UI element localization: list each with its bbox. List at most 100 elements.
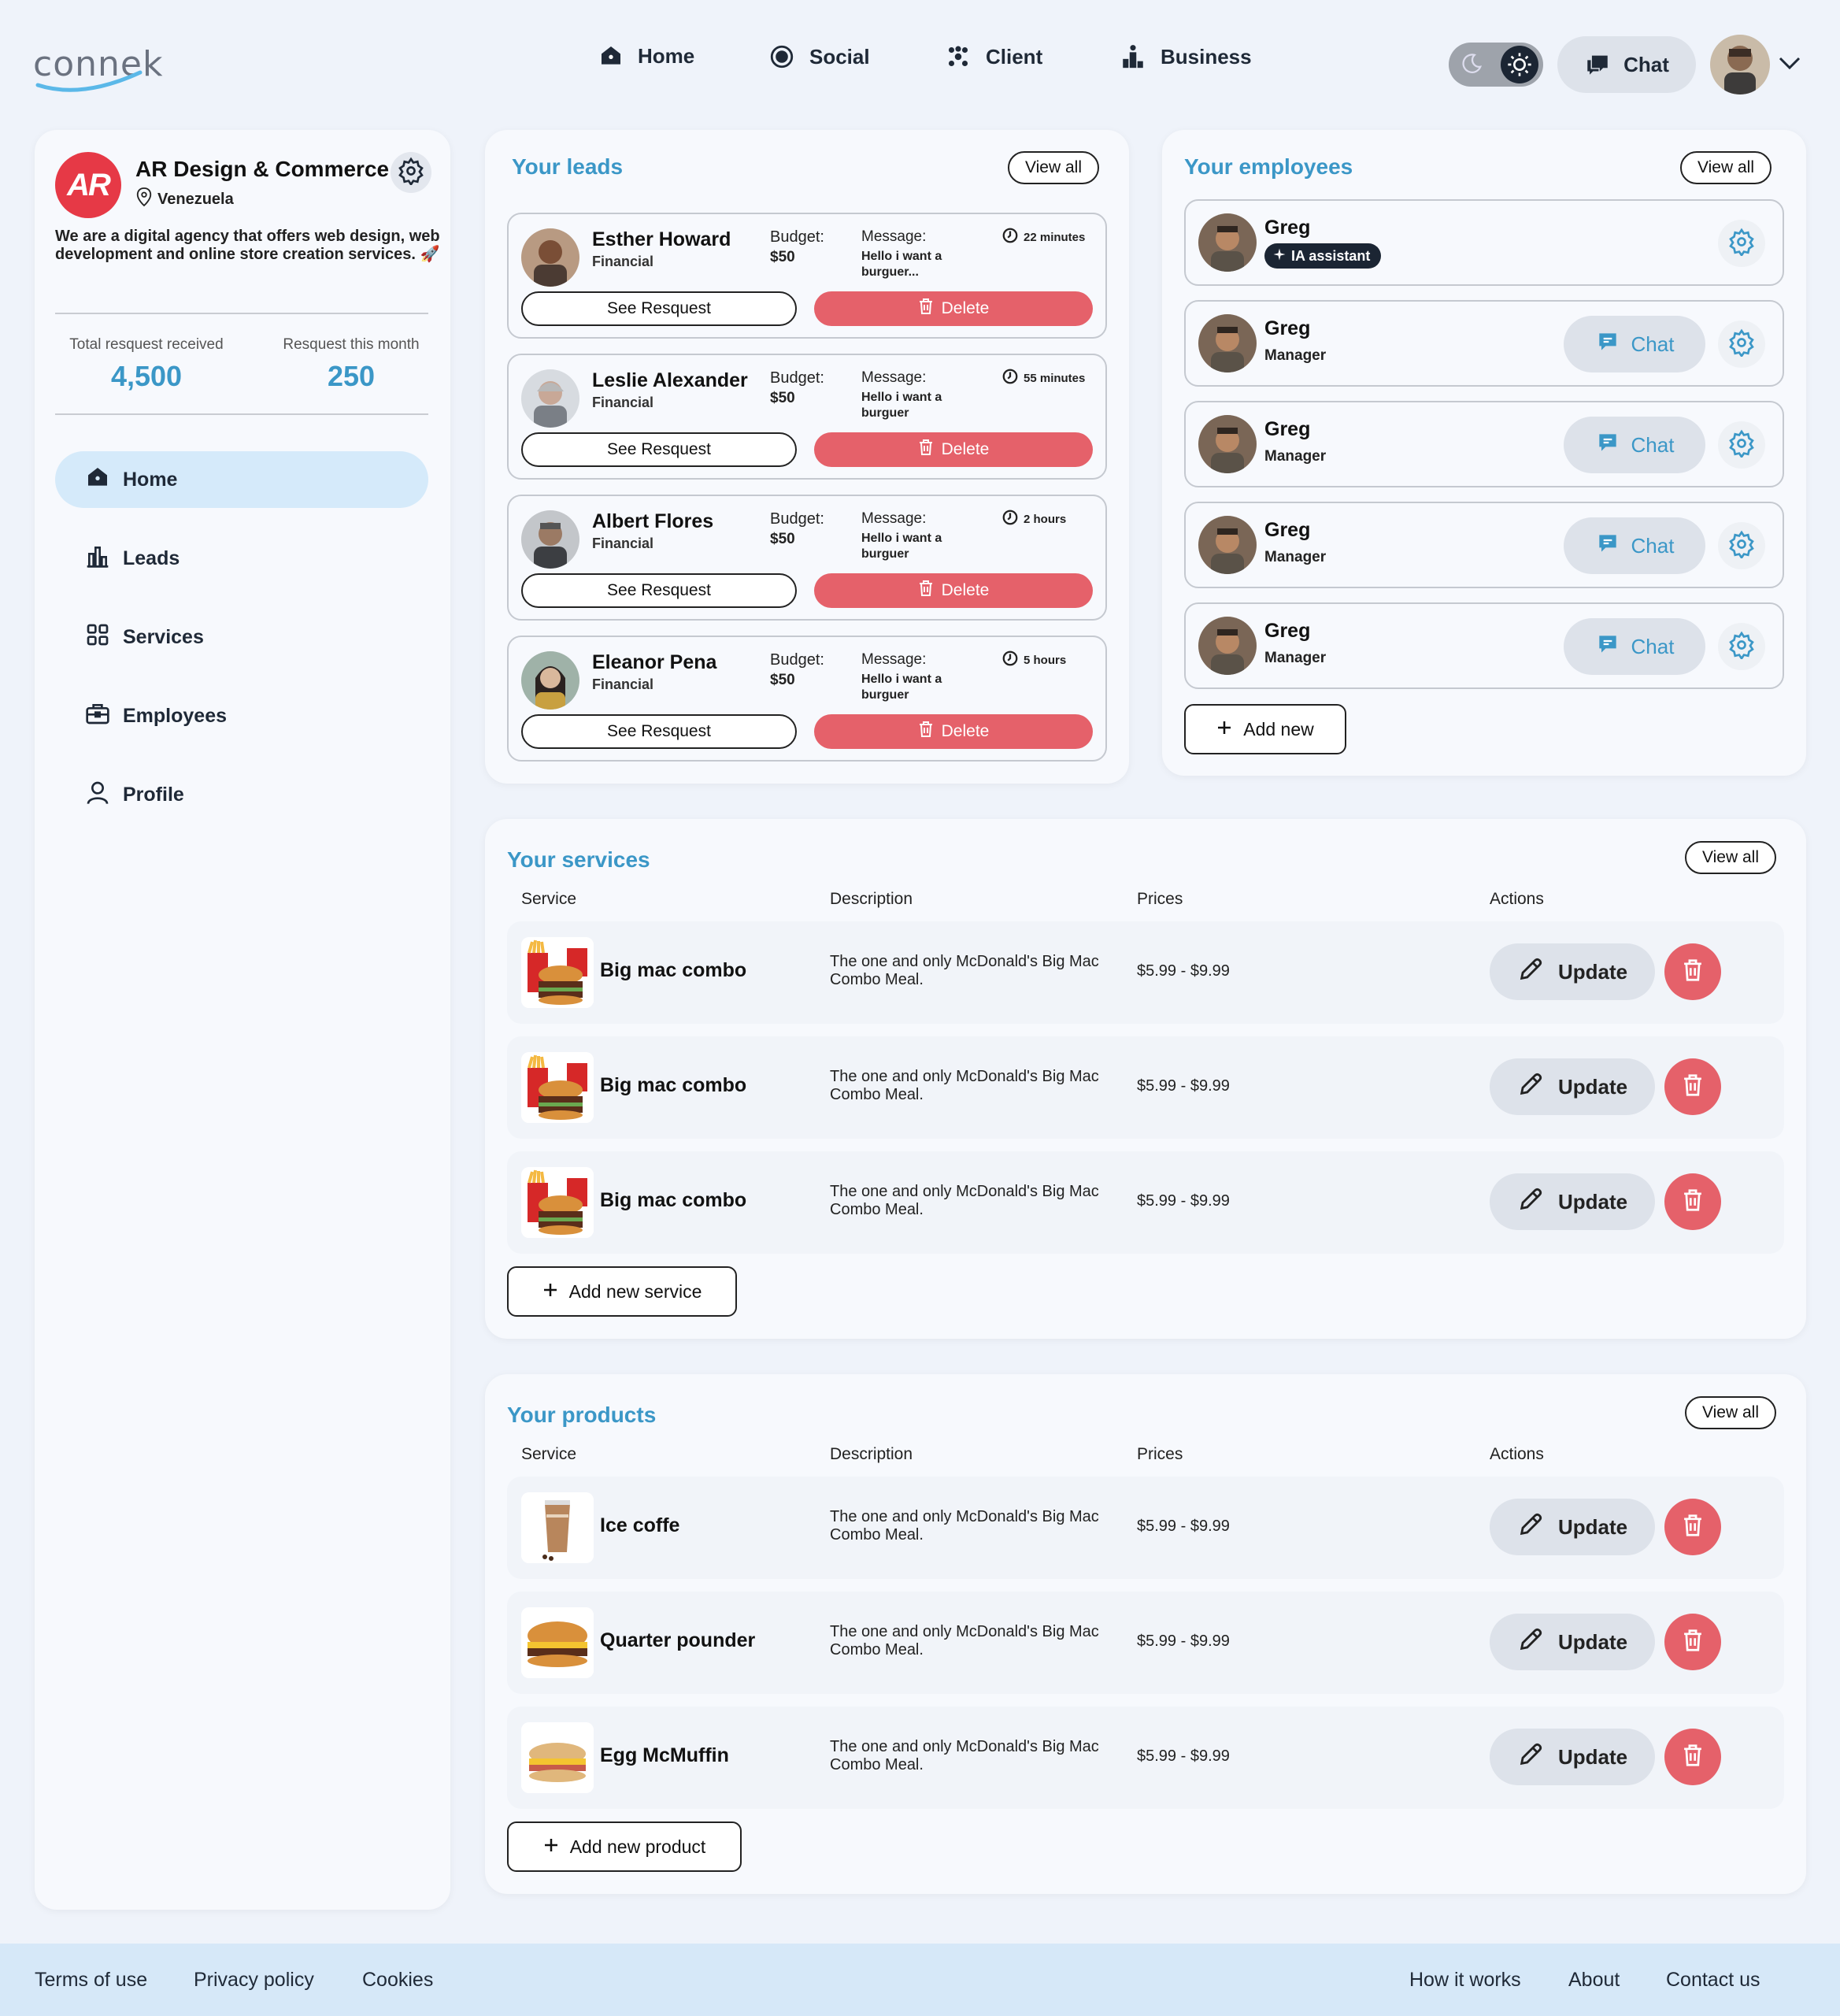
bar-chart-icon bbox=[85, 543, 110, 574]
see-request-button[interactable]: See Resquest bbox=[521, 573, 797, 608]
update-service-button[interactable]: Update bbox=[1490, 1173, 1655, 1230]
divider bbox=[55, 313, 428, 314]
employee-settings-button[interactable] bbox=[1718, 321, 1765, 368]
see-request-button[interactable]: See Resquest bbox=[521, 714, 797, 749]
services-view-all-button[interactable]: View all bbox=[1685, 841, 1776, 874]
employee-chat-button[interactable]: Chat bbox=[1564, 316, 1705, 372]
lead-name: Leslie Alexander bbox=[592, 369, 748, 391]
sidebar-item-leads[interactable]: Leads bbox=[55, 530, 428, 587]
lead-card: Leslie Alexander Financial Budget: $50 M… bbox=[507, 354, 1107, 480]
employee-settings-button[interactable] bbox=[1718, 421, 1765, 469]
employee-settings-button[interactable] bbox=[1718, 623, 1765, 670]
message-label: Message: bbox=[861, 369, 927, 386]
delete-service-button[interactable] bbox=[1664, 1173, 1721, 1230]
user-avatar[interactable] bbox=[1710, 35, 1770, 94]
top-chat-button[interactable]: Chat bbox=[1557, 36, 1696, 93]
update-product-button[interactable]: Update bbox=[1490, 1614, 1655, 1670]
nav-business[interactable]: Business bbox=[1120, 43, 1252, 70]
lead-name: Eleanor Pena bbox=[592, 651, 717, 673]
add-employee-button[interactable]: Add new bbox=[1184, 704, 1346, 754]
footer-terms-link[interactable]: Terms of use bbox=[35, 1969, 147, 1992]
trash-icon bbox=[918, 721, 934, 743]
column-header-actions: Actions bbox=[1490, 890, 1544, 908]
product-price: $5.99 - $9.99 bbox=[1137, 1747, 1230, 1765]
nav-home[interactable]: Home bbox=[598, 43, 694, 69]
sidebar-item-services[interactable]: Services bbox=[55, 609, 428, 665]
service-row: Big mac combo The one and only McDonald'… bbox=[507, 1036, 1784, 1139]
add-product-label: Add new product bbox=[569, 1836, 706, 1857]
services-title: Your services bbox=[507, 847, 650, 872]
employee-name: Greg bbox=[1264, 217, 1311, 239]
nav-social[interactable]: Social bbox=[768, 43, 870, 70]
company-name: AR Design & Commerce bbox=[135, 157, 390, 181]
employee-name: Greg bbox=[1264, 317, 1311, 339]
trash-icon bbox=[918, 580, 934, 602]
gear-icon bbox=[1727, 328, 1756, 361]
delete-service-button[interactable] bbox=[1664, 1058, 1721, 1115]
employee-chat-button[interactable]: Chat bbox=[1564, 417, 1705, 473]
update-service-button[interactable]: Update bbox=[1490, 1058, 1655, 1115]
footer-how-link[interactable]: How it works bbox=[1409, 1969, 1521, 1992]
footer-privacy-link[interactable]: Privacy policy bbox=[194, 1969, 314, 1992]
nav-client[interactable]: Client bbox=[945, 43, 1042, 70]
lead-time: 22 minutes bbox=[1001, 227, 1085, 247]
delete-lead-button[interactable]: Delete bbox=[814, 573, 1093, 608]
avatar bbox=[521, 510, 579, 569]
employee-settings-button[interactable] bbox=[1718, 220, 1765, 267]
chevron-down-icon[interactable] bbox=[1778, 55, 1801, 75]
location-pin-icon bbox=[135, 187, 153, 212]
employees-view-all-button[interactable]: View all bbox=[1680, 151, 1772, 184]
divider bbox=[55, 413, 428, 415]
delete-product-button[interactable] bbox=[1664, 1499, 1721, 1555]
employee-settings-button[interactable] bbox=[1718, 522, 1765, 569]
employee-chat-button[interactable]: Chat bbox=[1564, 618, 1705, 675]
delete-product-button[interactable] bbox=[1664, 1614, 1721, 1670]
client-icon bbox=[945, 43, 972, 70]
sidebar-item-label: Profile bbox=[123, 783, 184, 806]
delete-product-button[interactable] bbox=[1664, 1729, 1721, 1785]
update-label: Update bbox=[1557, 1189, 1628, 1214]
budget-value: $50 bbox=[770, 531, 795, 547]
footer-about-link[interactable]: About bbox=[1568, 1969, 1620, 1992]
delete-lead-button[interactable]: Delete bbox=[814, 291, 1093, 326]
column-header-actions: Actions bbox=[1490, 1445, 1544, 1463]
big-mac-combo-image bbox=[521, 937, 594, 1008]
sidebar-item-profile[interactable]: Profile bbox=[55, 766, 428, 823]
lead-time-label: 55 minutes bbox=[1024, 371, 1086, 385]
message-label: Message: bbox=[861, 228, 927, 245]
product-name: Quarter pounder bbox=[600, 1629, 756, 1651]
quarter-pounder-image bbox=[521, 1607, 594, 1678]
plus-icon bbox=[543, 1836, 559, 1858]
connek-logo[interactable]: connek bbox=[33, 33, 162, 96]
footer-contact-link[interactable]: Contact us bbox=[1666, 1969, 1760, 1992]
theme-toggle[interactable] bbox=[1449, 43, 1543, 87]
update-service-button[interactable]: Update bbox=[1490, 943, 1655, 1000]
sidebar-item-employees[interactable]: Employees bbox=[55, 687, 428, 744]
lead-card: Albert Flores Financial Budget: $50 Mess… bbox=[507, 495, 1107, 621]
add-service-label: Add new service bbox=[568, 1280, 702, 1302]
see-request-button[interactable]: See Resquest bbox=[521, 432, 797, 467]
service-row: Big mac combo The one and only McDonald'… bbox=[507, 1151, 1784, 1254]
delete-lead-button[interactable]: Delete bbox=[814, 432, 1093, 467]
products-view-all-button[interactable]: View all bbox=[1685, 1396, 1776, 1429]
delete-service-button[interactable] bbox=[1664, 943, 1721, 1000]
avatar bbox=[1198, 314, 1257, 372]
footer-cookies-link[interactable]: Cookies bbox=[362, 1969, 433, 1992]
company-settings-button[interactable] bbox=[391, 152, 431, 193]
chat-icon bbox=[1595, 532, 1620, 561]
leads-view-all-button[interactable]: View all bbox=[1008, 151, 1099, 184]
add-service-button[interactable]: Add new service bbox=[507, 1266, 737, 1317]
chat-label: Chat bbox=[1631, 432, 1675, 457]
see-request-button[interactable]: See Resquest bbox=[521, 291, 797, 326]
sidebar-item-label: Employees bbox=[123, 704, 228, 727]
product-name: Egg McMuffin bbox=[600, 1744, 729, 1766]
lead-time: 5 hours bbox=[1001, 650, 1066, 670]
sidebar-item-home[interactable]: Home bbox=[55, 451, 428, 508]
update-product-button[interactable]: Update bbox=[1490, 1499, 1655, 1555]
update-product-button[interactable]: Update bbox=[1490, 1729, 1655, 1785]
service-name: Big mac combo bbox=[600, 959, 747, 981]
add-product-button[interactable]: Add new product bbox=[507, 1821, 742, 1872]
delete-lead-button[interactable]: Delete bbox=[814, 714, 1093, 749]
service-price: $5.99 - $9.99 bbox=[1137, 1077, 1230, 1095]
employee-chat-button[interactable]: Chat bbox=[1564, 517, 1705, 574]
